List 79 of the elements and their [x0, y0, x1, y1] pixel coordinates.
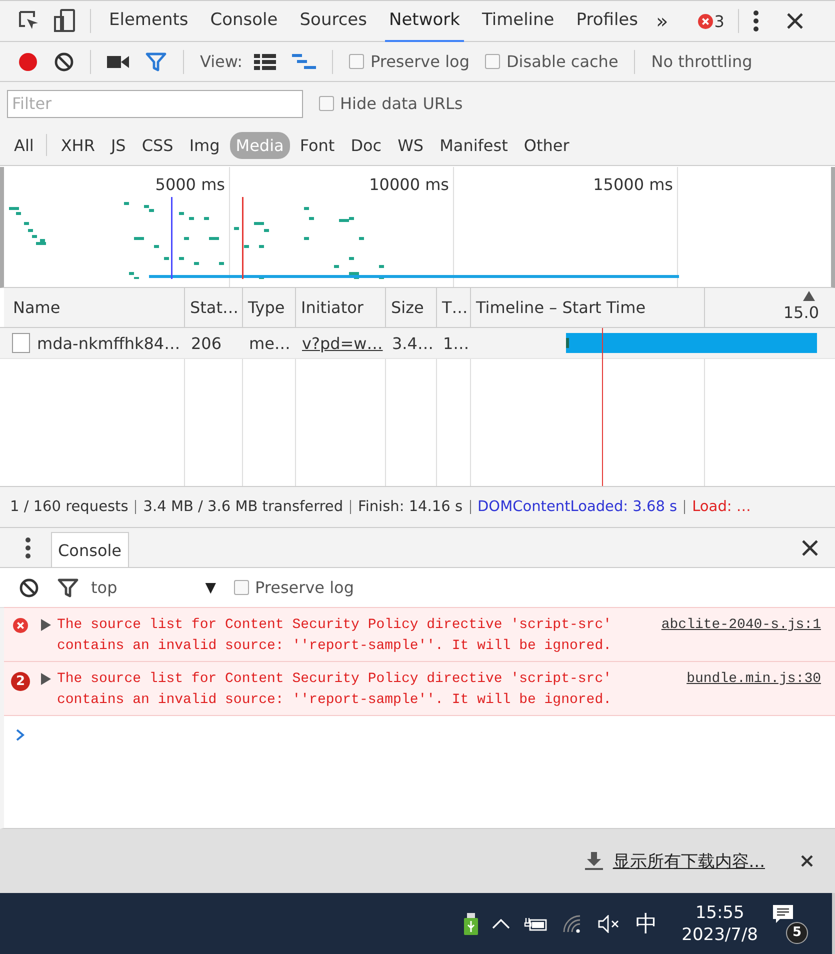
download-icon [584, 852, 603, 870]
type-filter[interactable]: Font [294, 132, 341, 158]
column-header[interactable]: Timeline – Start Time [471, 288, 705, 327]
battery-icon[interactable] [524, 916, 548, 930]
summary-text: Load: … [692, 499, 751, 515]
panel-tab[interactable]: Elements [105, 0, 192, 42]
table-cell-text: 3.4… [391, 334, 434, 352]
error-icon [13, 618, 28, 633]
summary-text: 3.4 MB / 3.6 MB transferred [143, 499, 344, 515]
type-filter[interactable]: Img [183, 132, 226, 158]
expand-triangle-icon[interactable] [41, 673, 51, 685]
clear-icon[interactable] [54, 52, 74, 72]
show-all-downloads-link[interactable]: 显示所有下载内容... [612, 850, 765, 872]
time-tick-label: 5000 ms [155, 175, 225, 195]
input-method-indicator[interactable]: 中 [636, 908, 658, 938]
table-cell-text: me… [248, 334, 292, 352]
column-header[interactable]: 15.0 [705, 288, 835, 327]
summary-text: 1 / 160 requests [10, 499, 128, 515]
video-camera-icon[interactable] [107, 54, 129, 68]
table-cell-text: 1… [442, 334, 470, 352]
more-options-icon[interactable] [753, 10, 760, 32]
type-filter[interactable]: All [8, 132, 40, 158]
clear-icon[interactable] [19, 578, 39, 598]
prompt-chevron-icon[interactable] [16, 729, 25, 741]
time-tick-label: 15000 ms [593, 175, 673, 195]
panel-tab[interactable]: Console [206, 0, 282, 42]
type-filter[interactable]: WS [392, 132, 430, 158]
context-dropdown[interactable]: top ▼ [91, 578, 216, 597]
disable-cache-checkbox[interactable]: Disable cache [485, 52, 618, 71]
filter-field[interactable]: Filter [7, 90, 303, 118]
type-filter[interactable]: Other [518, 132, 576, 158]
chevron-up-icon[interactable] [492, 918, 510, 928]
column-header[interactable]: Stat… [185, 288, 243, 327]
table-cell-text: 206 [190, 334, 223, 352]
hide-data-urls-checkbox[interactable]: Hide data URLs [319, 94, 463, 113]
column-header[interactable]: Initiator [296, 288, 386, 327]
summary-text: Finish: 14.16 s [358, 499, 462, 515]
source-link[interactable]: bundle.min.js:30 [686, 669, 821, 690]
list-view-icon[interactable] [254, 54, 276, 70]
usb-drive-icon[interactable] [464, 912, 478, 934]
column-header[interactable]: Type [243, 288, 296, 327]
column-header[interactable]: Size [386, 288, 437, 327]
initiator-link[interactable]: v?pd=w… [296, 334, 386, 352]
error-message: The source list for Content Security Policy directive 'script-src' contains an invalid source: ''report-sample''. It will be ignored. [57, 670, 612, 710]
type-filter[interactable]: Manifest [434, 132, 514, 158]
time-tick-label: 10000 ms [369, 175, 449, 195]
preserve-log-checkbox[interactable]: Preserve log [349, 52, 470, 71]
record-icon[interactable] [18, 52, 38, 72]
filter-icon[interactable] [57, 578, 79, 598]
summary-text: DOMContentLoaded: 3.68 s [478, 499, 678, 515]
type-filter[interactable]: XHR [54, 132, 101, 158]
clock-date[interactable]: 2023/7/8 [682, 924, 758, 946]
waterfall-view-icon[interactable] [292, 54, 316, 70]
column-header[interactable]: T… [437, 288, 471, 327]
drawer-menu-icon[interactable] [25, 536, 31, 558]
close-icon[interactable] [801, 855, 813, 867]
table-cell: mda-nkmffhk84… [0, 333, 185, 353]
type-filter[interactable]: CSS [136, 132, 180, 158]
panel-tab[interactable]: Sources [296, 0, 371, 42]
device-icon[interactable] [54, 9, 76, 33]
type-filter[interactable]: JS [104, 132, 132, 158]
close-icon[interactable] [802, 540, 818, 556]
panel-tab[interactable]: Timeline [478, 0, 558, 42]
sort-arrow-icon[interactable] [803, 291, 815, 301]
clock-time[interactable]: 15:55 [695, 902, 744, 924]
panel-tab[interactable]: Profiles [572, 0, 642, 42]
error-counter[interactable]: 3 [698, 12, 724, 30]
expand-triangle-icon[interactable] [41, 619, 51, 631]
repeat-count-badge: 2 [11, 672, 30, 691]
throttling-dropdown[interactable]: No throttling [651, 52, 752, 71]
close-icon[interactable] [787, 13, 804, 29]
source-link[interactable]: abclite-2040-s.js:1 [661, 615, 821, 636]
preserve-log-checkbox[interactable]: Preserve log [234, 578, 354, 597]
view-label: View: [200, 52, 242, 71]
error-message: The source list for Content Security Policy directive 'script-src' contains an invalid source: ''report-sample''. It will be ignored. [57, 616, 612, 656]
drawer-tab[interactable]: Console [51, 532, 129, 567]
more-tabs-button[interactable]: » [656, 9, 668, 33]
type-filter[interactable]: Doc [344, 132, 388, 158]
speaker-muted-icon[interactable] [598, 914, 620, 932]
